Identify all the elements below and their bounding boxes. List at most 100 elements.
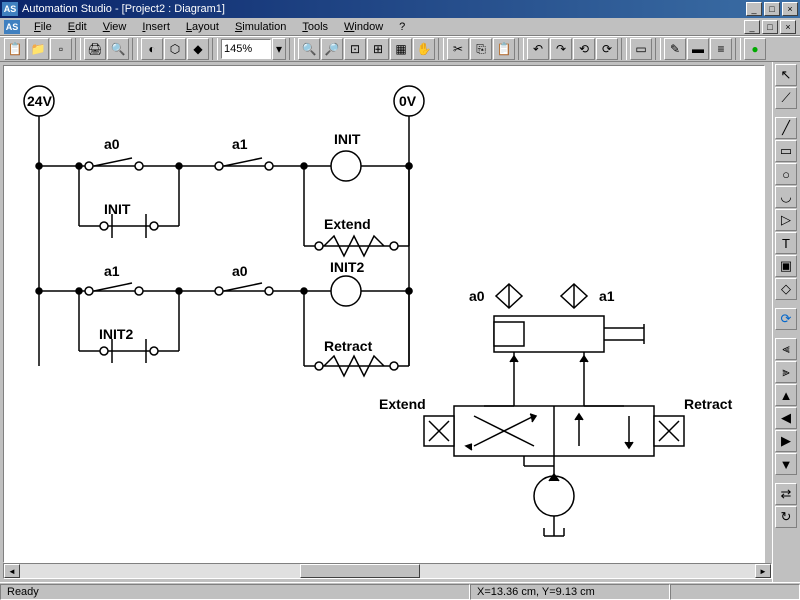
line-tool[interactable]: ╱ xyxy=(775,117,797,139)
mdi-minimize-button[interactable]: _ xyxy=(744,20,760,34)
status-bar: Ready X=13.36 cm, Y=9.13 cm xyxy=(0,582,800,600)
new-button[interactable]: ▫ xyxy=(50,38,72,60)
arc-tool[interactable]: ◡ xyxy=(775,186,797,208)
print-button[interactable]: 🖨 xyxy=(84,38,106,60)
tool-button[interactable]: ⬡ xyxy=(164,38,186,60)
preview-button[interactable]: 🔍 xyxy=(107,38,129,60)
undo-button[interactable]: ↶ xyxy=(527,38,549,60)
minimize-button[interactable]: _ xyxy=(746,2,762,16)
separator xyxy=(289,38,295,60)
pan-button[interactable]: ✋ xyxy=(413,38,435,60)
mdi-close-button[interactable]: × xyxy=(780,20,796,34)
rect-tool[interactable]: ▭ xyxy=(775,140,797,162)
label-extend: Extend xyxy=(324,216,371,232)
align-tool[interactable]: ⫸ xyxy=(775,361,797,383)
cut-button[interactable]: ✂ xyxy=(447,38,469,60)
horizontal-scrollbar[interactable]: ◄ ► xyxy=(3,563,772,579)
separator xyxy=(655,38,661,60)
ellipse-tool[interactable]: ○ xyxy=(775,163,797,185)
close-button[interactable]: × xyxy=(782,2,798,16)
zoom-dropdown[interactable]: ▾ xyxy=(272,38,286,60)
zoom-out-button[interactable]: 🔎 xyxy=(321,38,343,60)
polygon-tool[interactable]: ▷ xyxy=(775,209,797,231)
tool-button[interactable]: ⟲ xyxy=(573,38,595,60)
node-0v: 0V xyxy=(399,93,416,109)
label-a0: a0 xyxy=(232,263,248,279)
field-tool[interactable]: ◇ xyxy=(775,278,797,300)
menu-insert[interactable]: Insert xyxy=(134,19,178,35)
scroll-right-button[interactable]: ► xyxy=(755,564,771,578)
align-tool[interactable]: ⫷ xyxy=(775,338,797,360)
right-toolbar: ↖ ⟋ ╱ ▭ ○ ◡ ▷ T ▣ ◇ ⟳ ⫷ ⫸ ▲ ◀ ▶ ▼ ⇄ ↻ xyxy=(772,62,800,582)
diagram-canvas[interactable]: 24V 0V a0 a1 INIT INIT Extend a1 a0 INIT… xyxy=(3,65,765,563)
app-icon: AS xyxy=(4,20,20,34)
status-spacer xyxy=(670,584,800,600)
node-24v: 24V xyxy=(27,93,52,109)
label-a1: a1 xyxy=(104,263,120,279)
separator xyxy=(212,38,218,60)
link-tool[interactable]: ⟋ xyxy=(775,87,797,109)
status-coords: X=13.36 cm, Y=9.13 cm xyxy=(470,584,670,600)
paste-button[interactable]: 📋 xyxy=(493,38,515,60)
separator xyxy=(518,38,524,60)
separator xyxy=(75,38,81,60)
label-init: INIT xyxy=(104,201,130,217)
scroll-thumb[interactable] xyxy=(300,564,420,578)
image-tool[interactable]: ▣ xyxy=(775,255,797,277)
rotate-tool[interactable]: ↻ xyxy=(775,506,797,528)
menu-simulation[interactable]: Simulation xyxy=(227,19,294,35)
separator xyxy=(735,38,741,60)
menu-view[interactable]: View xyxy=(95,19,135,35)
label-a1: a1 xyxy=(232,136,248,152)
separator xyxy=(621,38,627,60)
copy-button[interactable]: ⎘ xyxy=(470,38,492,60)
align-tool[interactable]: ▶ xyxy=(775,430,797,452)
menu-help[interactable]: ? xyxy=(391,19,413,35)
zoom-fit-button[interactable]: ⊡ xyxy=(344,38,366,60)
separator xyxy=(438,38,444,60)
pointer-tool[interactable]: ↖ xyxy=(775,64,797,86)
status-ready: Ready xyxy=(0,584,470,600)
tool-button[interactable]: ◆ xyxy=(187,38,209,60)
valve-retract: Retract xyxy=(684,396,732,412)
zoom-in-button[interactable]: 🔍 xyxy=(298,38,320,60)
draw-button[interactable]: ✎ xyxy=(664,38,686,60)
menu-edit[interactable]: Edit xyxy=(60,19,95,35)
tool-button[interactable]: ≡ xyxy=(710,38,732,60)
zoom-area-button[interactable]: ⊞ xyxy=(367,38,389,60)
tool-button[interactable]: ▭ xyxy=(630,38,652,60)
menu-layout[interactable]: Layout xyxy=(178,19,227,35)
menu-tools[interactable]: Tools xyxy=(294,19,336,35)
window-title: Automation Studio - [Project2 : Diagram1… xyxy=(22,3,746,15)
mdi-maximize-button[interactable]: □ xyxy=(762,20,778,34)
toolbar: 📋 📁 ▫ 🖨 🔍 ◐ ⬡ ◆ ▾ 🔍 🔎 ⊡ ⊞ ▦ ✋ ✂ ⎘ 📋 ↶ ↷ … xyxy=(0,36,800,62)
menu-window[interactable]: Window xyxy=(336,19,391,35)
grid-button[interactable]: ▦ xyxy=(390,38,412,60)
tool-button[interactable]: ◐ xyxy=(141,38,163,60)
tool-button[interactable]: ⟳ xyxy=(596,38,618,60)
cyl-sensor-a1: a1 xyxy=(599,288,615,304)
scroll-left-button[interactable]: ◄ xyxy=(4,564,20,578)
label-init: INIT xyxy=(334,131,360,147)
label-init2: INIT2 xyxy=(330,259,364,275)
menu-bar: AS File Edit View Insert Layout Simulati… xyxy=(0,18,800,36)
run-button[interactable]: ● xyxy=(744,38,766,60)
open-button[interactable]: 📁 xyxy=(27,38,49,60)
align-tool[interactable]: ▲ xyxy=(775,384,797,406)
app-icon: AS xyxy=(2,2,18,16)
color-button[interactable]: ▬ xyxy=(687,38,709,60)
text-tool[interactable]: T xyxy=(775,232,797,254)
menu-file[interactable]: File xyxy=(26,19,60,35)
valve-extend: Extend xyxy=(379,396,426,412)
align-tool[interactable]: ◀ xyxy=(775,407,797,429)
redo-button[interactable]: ↷ xyxy=(550,38,572,60)
paste-button[interactable]: 📋 xyxy=(4,38,26,60)
scroll-track[interactable] xyxy=(20,564,755,578)
cyl-sensor-a0: a0 xyxy=(469,288,485,304)
refresh-tool[interactable]: ⟳ xyxy=(775,308,797,330)
label-a0: a0 xyxy=(104,136,120,152)
zoom-input[interactable] xyxy=(221,39,271,59)
flip-tool[interactable]: ⇄ xyxy=(775,483,797,505)
align-tool[interactable]: ▼ xyxy=(775,453,797,475)
maximize-button[interactable]: □ xyxy=(764,2,780,16)
